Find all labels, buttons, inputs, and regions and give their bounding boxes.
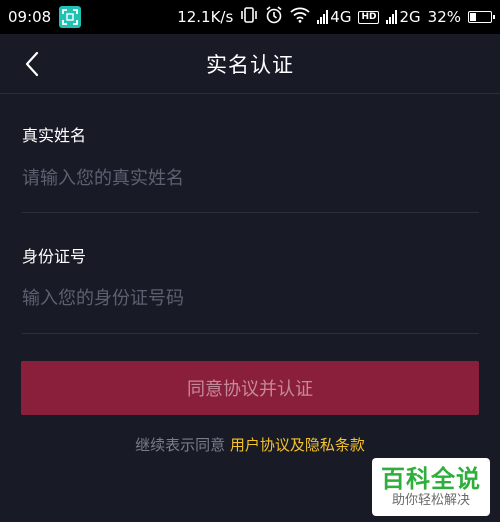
back-button[interactable] [18, 48, 46, 80]
battery-icon [468, 11, 495, 23]
name-input[interactable] [22, 158, 479, 198]
nav-header: 实名认证 [0, 34, 500, 94]
agree-and-verify-button[interactable]: 同意协议并认证 [21, 361, 479, 415]
signal-4g-icon [317, 10, 329, 24]
id-number-label: 身份证号 [22, 247, 87, 266]
hd-badge: HD [358, 10, 380, 24]
status-bar: 09:08 12.1K/s 4G HD 2G 32% [0, 0, 500, 34]
status-time: 09:08 [8, 8, 52, 26]
network-4g-label: 4G [330, 8, 352, 26]
divider [22, 212, 479, 213]
battery-fill [470, 13, 476, 21]
terms-privacy-link[interactable]: 用户协议及隐私条款 [230, 436, 365, 454]
name-label: 真实姓名 [22, 126, 87, 145]
divider [22, 333, 479, 334]
scan-icon [59, 6, 82, 28]
network-speed: 12.1K/s [177, 8, 234, 26]
page-title: 实名认证 [206, 52, 294, 77]
alarm-icon [265, 6, 283, 28]
agreement-prefix: 继续表示同意 [135, 436, 226, 454]
vibrate-icon [240, 7, 258, 27]
id-number-input[interactable] [22, 278, 479, 318]
wifi-icon [290, 7, 310, 27]
watermark-title: 百科全说 [381, 465, 481, 493]
watermark-logo: 百科全说 助你轻松解决 [372, 458, 490, 516]
agreement-text: 继续表示同意 用户协议及隐私条款 [0, 434, 500, 455]
watermark-subtitle: 助你轻松解决 [391, 493, 470, 508]
battery-percent: 32% [427, 8, 461, 26]
status-indicators: 12.1K/s 4G HD 2G 32% [177, 6, 495, 28]
chevron-left-icon [25, 51, 39, 77]
network-2g-label: 2G [399, 8, 421, 26]
signal-2g-icon [386, 10, 398, 24]
